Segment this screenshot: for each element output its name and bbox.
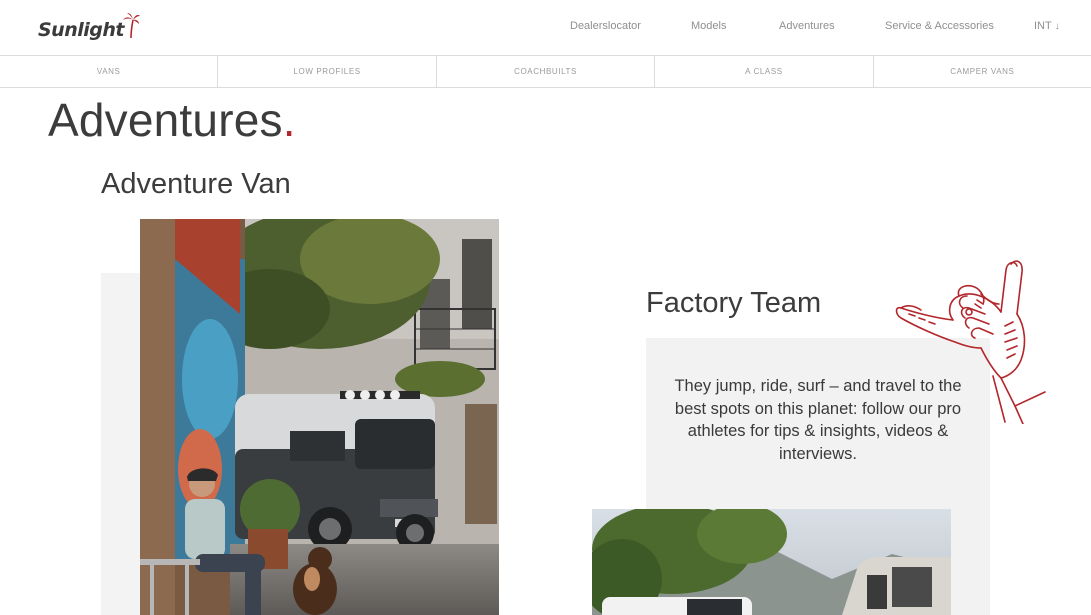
nav-service-accessories[interactable]: Service & Accessories [885,19,994,33]
shaka-hand-icon [895,260,1046,424]
palm-tree-icon [122,13,140,38]
subnav-a-class[interactable]: A CLASS [655,56,874,87]
subnav-vans[interactable]: VANS [0,56,219,87]
subnav-camper-vans[interactable]: CAMPER VANS [874,56,1091,87]
page-title-dot: . [282,94,296,146]
adventure-van-photo[interactable] [140,219,499,615]
page: Sunlight Dealerslocator Models Adventure… [0,0,1091,615]
factory-team-image [592,509,951,615]
subnav-coachbuilts[interactable]: COACHBUILTS [437,56,656,87]
nav-adventures[interactable]: Adventures [779,19,835,33]
language-label: INT [1034,20,1052,32]
sunlight-logo[interactable]: Sunlight [38,12,140,40]
subnav-low-profiles[interactable]: LOW PROFILES [218,56,437,87]
language-selector[interactable]: INT ↓ [1034,19,1060,34]
factory-team-title[interactable]: Factory Team [646,286,821,320]
adventure-van-title[interactable]: Adventure Van [101,167,291,201]
factory-team-photo[interactable] [592,509,951,615]
logo-text: Sunlight [38,19,124,41]
page-title: Adventures. [48,92,296,148]
model-subnav: VANS LOW PROFILES COACHBUILTS A CLASS CA… [0,56,1091,88]
nav-models[interactable]: Models [691,19,726,33]
adventure-van-image [140,219,499,615]
nav-dealerslocator[interactable]: Dealerslocator [570,19,641,33]
top-header: Sunlight Dealerslocator Models Adventure… [0,0,1091,56]
arrow-down-icon: ↓ [1054,21,1060,32]
page-title-text: Adventures [48,94,283,146]
